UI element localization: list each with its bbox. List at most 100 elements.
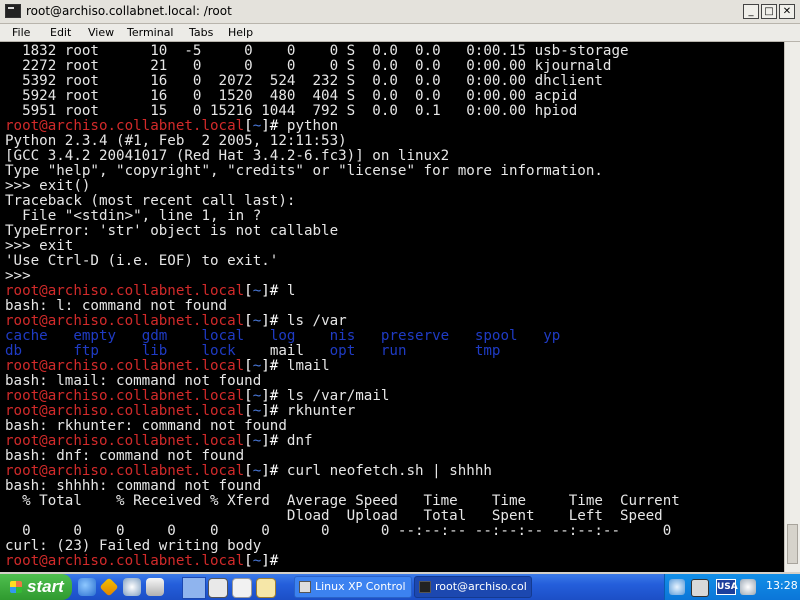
taskbar-button-terminal[interactable]: root@archiso.col xyxy=(414,576,532,598)
directory-entry: gdm xyxy=(141,328,168,344)
directory-entry: lib xyxy=(141,343,168,359)
menu-file[interactable]: File xyxy=(12,26,30,39)
diamond-icon[interactable] xyxy=(99,577,119,597)
command-text: curl neofetch.sh | shhhh xyxy=(278,463,492,479)
taskbar: start Linux XP Control root@archiso.col … xyxy=(0,574,800,600)
app-icon[interactable] xyxy=(146,578,164,596)
command-text: lmail xyxy=(278,358,330,374)
prompt-dir: ~ xyxy=(252,403,262,419)
output-line: bash: dnf: command not found xyxy=(5,448,245,464)
volume-icon[interactable] xyxy=(740,579,756,595)
desktop-icon[interactable] xyxy=(182,577,206,599)
prompt-host: root@archiso.collabnet.local xyxy=(5,118,245,134)
command-text: python xyxy=(278,118,339,134)
taskbar-button-control[interactable]: Linux XP Control xyxy=(294,576,412,598)
prompt-line: root@archiso.collabnet.local[~]# ls /var… xyxy=(5,388,390,404)
output-line: db ftp lib lock mail opt run tmp xyxy=(5,344,680,359)
monitor-icon[interactable] xyxy=(691,579,709,597)
prompt-dir: ~ xyxy=(252,313,262,329)
menu-terminal[interactable]: Terminal xyxy=(127,26,174,39)
prompt-dir: ~ xyxy=(252,553,262,569)
output-line: 5924 root 16 0 1520 480 404 S 0.0 0.0 0:… xyxy=(5,88,578,104)
prompt-line: root@archiso.collabnet.local[~]# rkhunte… xyxy=(5,403,356,419)
prompt-line: root@archiso.collabnet.local[~]# curl ne… xyxy=(5,463,492,479)
directory-entry: local xyxy=(201,328,245,344)
folder-icon[interactable] xyxy=(256,578,276,598)
window-title: root@archiso.collabnet.local: /root xyxy=(26,4,232,18)
prompt-line: root@archiso.collabnet.local[~]# ls /var xyxy=(5,313,347,329)
terminal-output: 1832 root 10 -5 0 0 0 S 0.0 0.0 0:00.15 … xyxy=(5,44,680,569)
terminal-window: root@archiso.collabnet.local: /root _ □ … xyxy=(0,0,800,574)
output-line: Dload Upload Total Spent Left Speed xyxy=(5,508,663,524)
output-line: [GCC 3.4.2 20041017 (Red Hat 3.4.2-6.fc3… xyxy=(5,148,450,164)
prompt-line: root@archiso.collabnet.local[~]# dnf xyxy=(5,433,313,449)
output-line: >>> xyxy=(5,268,31,284)
text-editor-icon[interactable] xyxy=(232,578,252,598)
output-line: Type "help", "copyright", "credits" or "… xyxy=(5,163,603,179)
command-text: ls /var xyxy=(278,313,347,329)
directory-entry: spool xyxy=(474,328,518,344)
prompt-host: root@archiso.collabnet.local xyxy=(5,283,245,299)
directory-entry: lock xyxy=(201,343,236,359)
output-line: >>> exit xyxy=(5,238,74,254)
terminal-area[interactable]: 1832 root 10 -5 0 0 0 S 0.0 0.0 0:00.15 … xyxy=(0,42,784,572)
maximize-button[interactable]: □ xyxy=(761,4,777,19)
title-bar[interactable]: root@archiso.collabnet.local: /root _ □ … xyxy=(0,0,800,24)
prompt-dir: ~ xyxy=(252,283,262,299)
browser-icon[interactable] xyxy=(78,578,96,596)
media-icon[interactable] xyxy=(123,578,141,596)
directory-entry: opt xyxy=(329,343,356,359)
prompt-host: root@archiso.collabnet.local xyxy=(5,388,245,404)
menu-help[interactable]: Help xyxy=(228,26,253,39)
output-line: 'Use Ctrl-D (i.e. EOF) to exit.' xyxy=(5,253,279,269)
prompt-dir: ~ xyxy=(252,433,262,449)
output-line: 2272 root 21 0 0 0 0 S 0.0 0.0 0:00.00 k… xyxy=(5,58,612,74)
taskbar-button-label: Linux XP Control xyxy=(315,580,406,593)
prompt-host: root@archiso.collabnet.local xyxy=(5,433,245,449)
menu-tabs[interactable]: Tabs xyxy=(189,26,213,39)
command-text: dnf xyxy=(278,433,313,449)
command-text: l xyxy=(278,283,296,299)
prompt-line: root@archiso.collabnet.local[~]# lmail xyxy=(5,358,330,374)
output-line: Traceback (most recent call last): xyxy=(5,193,296,209)
taskbar-button-label: root@archiso.col xyxy=(435,580,527,593)
output-line: bash: rkhunter: command not found xyxy=(5,418,287,434)
directory-entry: db xyxy=(5,343,23,359)
output-line: >>> exit() xyxy=(5,178,91,194)
output-line: cache empty gdm local log nis preserve s… xyxy=(5,329,680,344)
windows-logo-icon xyxy=(10,581,22,593)
output-line: bash: l: command not found xyxy=(5,298,228,314)
menu-edit[interactable]: Edit xyxy=(50,26,71,39)
command-text: ls /var/mail xyxy=(278,388,390,404)
minimize-button[interactable]: _ xyxy=(743,4,759,19)
prompt-dir: ~ xyxy=(252,358,262,374)
clock: 13:28 xyxy=(766,579,798,592)
close-button[interactable]: ✕ xyxy=(779,4,795,19)
prompt-host: root@archiso.collabnet.local xyxy=(5,463,245,479)
output-line: bash: lmail: command not found xyxy=(5,373,262,389)
language-indicator[interactable]: USA xyxy=(716,579,738,595)
prompt-host: root@archiso.collabnet.local xyxy=(5,358,245,374)
command-text: rkhunter xyxy=(278,403,356,419)
terminal-scrollbar[interactable] xyxy=(784,42,800,572)
terminal-launcher-icon[interactable] xyxy=(208,578,228,598)
scrollbar-thumb[interactable] xyxy=(787,524,798,564)
prompt-dir: ~ xyxy=(252,463,262,479)
output-line: bash: shhhh: command not found xyxy=(5,478,262,494)
network-icon[interactable] xyxy=(669,579,685,595)
menu-view[interactable]: View xyxy=(88,26,114,39)
menu-bar: File Edit View Terminal Tabs Help xyxy=(0,24,800,42)
prompt-dir: ~ xyxy=(252,118,262,134)
prompt-line: root@archiso.collabnet.local[~]# python xyxy=(5,118,339,134)
prompt-line: root@archiso.collabnet.local[~]# l xyxy=(5,283,296,299)
file-entry: mail xyxy=(269,343,304,359)
directory-entry: preserve xyxy=(380,328,450,344)
terminal-icon xyxy=(419,581,431,593)
output-line: TypeError: 'str' object is not callable xyxy=(5,223,339,239)
terminal-icon[interactable] xyxy=(5,4,21,18)
start-button[interactable]: start xyxy=(0,574,72,600)
directory-entry: yp xyxy=(543,328,561,344)
directory-entry: nis xyxy=(329,328,356,344)
directory-entry: log xyxy=(269,328,296,344)
output-line: 1832 root 10 -5 0 0 0 S 0.0 0.0 0:00.15 … xyxy=(5,43,629,59)
